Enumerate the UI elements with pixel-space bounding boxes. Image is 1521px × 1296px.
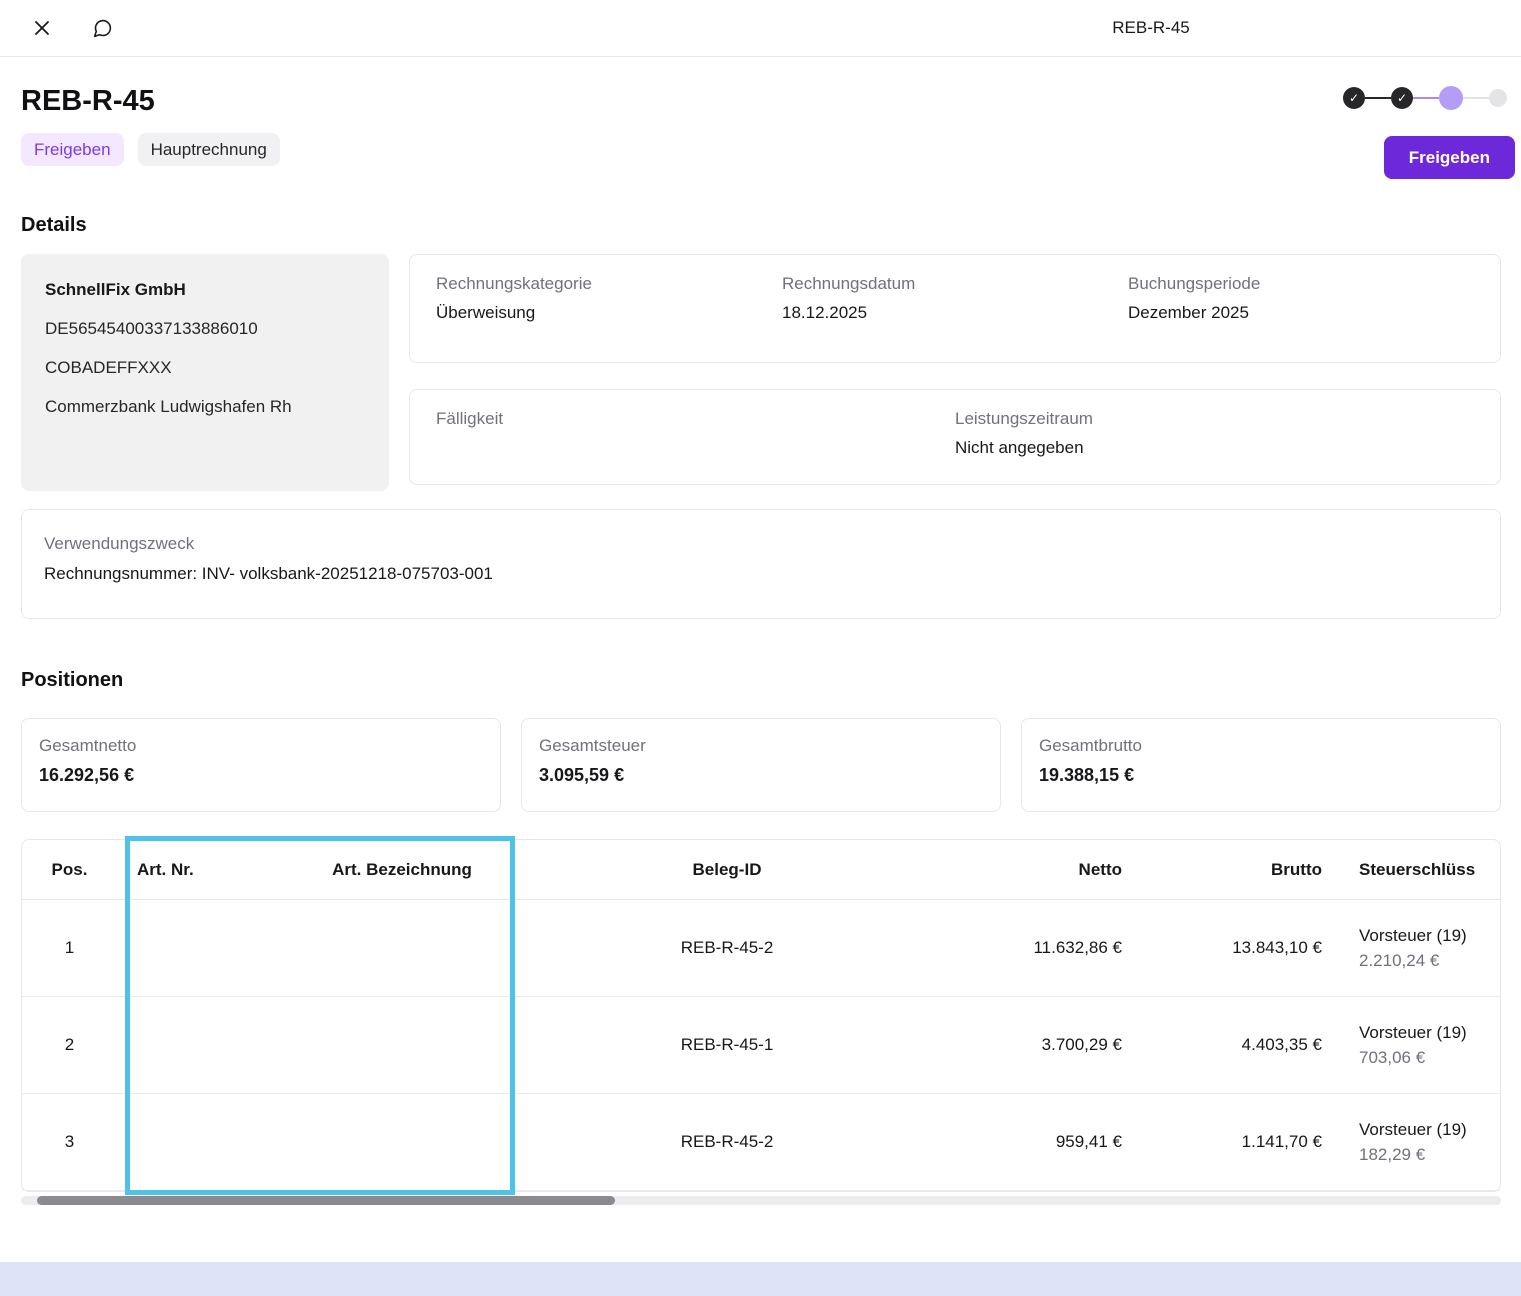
status-badge: Freigeben: [21, 133, 124, 166]
field-buchungsperiode: Buchungsperiode Dezember 2025: [1128, 274, 1474, 343]
details-heading: Details: [21, 214, 1501, 237]
cell-steuerschluessel: Vorsteuer (19) 182,29 €: [1327, 1121, 1500, 1163]
field-value: Dezember 2025: [1128, 303, 1474, 323]
page-header: REB-R-45 Freigeben Hauptrechnung ✓ ✓ Fre…: [21, 57, 1501, 166]
close-icon-glyph: [32, 18, 52, 38]
badge-row: Freigeben Hauptrechnung: [21, 133, 1501, 166]
header-beleg-id: Beleg-ID: [527, 860, 927, 880]
field-value: 18.12.2025: [782, 303, 1128, 323]
type-badge: Hauptrechnung: [138, 133, 280, 166]
due-date-card: Fälligkeit Leistungszeitraum Nicht angeg…: [409, 389, 1501, 485]
table-row: 2 REB-R-45-1 3.700,29 € 4.403,35 € Vorst…: [22, 997, 1500, 1094]
scrollbar-thumb[interactable]: [37, 1196, 615, 1205]
header-pos: Pos.: [22, 860, 117, 880]
vendor-card: SchnellFix GmbH DE56545400337133886010 C…: [21, 254, 389, 491]
topbar-title: REB-R-45: [1112, 18, 1189, 38]
field-label: Rechnungsdatum: [782, 274, 1128, 294]
totals-row: Gesamtnetto 16.292,56 € Gesamtsteuer 3.0…: [21, 718, 1501, 812]
steuer-name: Vorsteuer (19): [1359, 927, 1500, 944]
vendor-bic: COBADEFFXXX: [45, 358, 365, 378]
progress-stepper: ✓ ✓: [1343, 85, 1507, 111]
field-label: Rechnungskategorie: [436, 274, 782, 294]
cell-pos: 1: [22, 938, 117, 958]
comment-icon-glyph: [92, 18, 113, 39]
positions-heading: Positionen: [21, 669, 1501, 692]
cell-brutto: 13.843,10 €: [1127, 938, 1327, 958]
table-row: 3 REB-R-45-2 959,41 € 1.141,70 € Vorsteu…: [22, 1094, 1500, 1191]
cell-brutto: 4.403,35 €: [1127, 1035, 1327, 1055]
total-value: 16.292,56 €: [39, 765, 483, 786]
topbar: REB-R-45: [0, 0, 1521, 57]
total-card-steuer: Gesamtsteuer 3.095,59 €: [521, 718, 1001, 812]
field-rechnungsdatum: Rechnungsdatum 18.12.2025: [782, 274, 1128, 343]
cell-netto: 959,41 €: [927, 1132, 1127, 1152]
cell-pos: 3: [22, 1132, 117, 1152]
header-steuerschluessel: Steuerschlüss: [1327, 861, 1500, 878]
details-right-column: Rechnungskategorie Überweisung Rechnungs…: [409, 254, 1501, 491]
steuer-amount: 703,06 €: [1359, 1049, 1500, 1066]
step-3-current: [1439, 86, 1463, 110]
close-icon[interactable]: [24, 10, 60, 46]
header-art-bezeichnung: Art. Bezeichnung: [277, 860, 527, 880]
vendor-name: SchnellFix GmbH: [45, 280, 365, 300]
total-card-netto: Gesamtnetto 16.292,56 €: [21, 718, 501, 812]
header-brutto: Brutto: [1127, 860, 1327, 880]
total-label: Gesamtnetto: [39, 736, 483, 756]
vendor-iban: DE56545400337133886010: [45, 319, 365, 339]
cell-beleg-id: REB-R-45-1: [527, 1035, 927, 1055]
vendor-bank: Commerzbank Ludwigshafen Rh: [45, 397, 365, 417]
steuer-name: Vorsteuer (19): [1359, 1121, 1500, 1138]
step-1-check-icon: ✓: [1343, 87, 1365, 109]
total-card-brutto: Gesamtbrutto 19.388,15 €: [1021, 718, 1501, 812]
table-header-row: Pos. Art. Nr. Art. Bezeichnung Beleg-ID …: [22, 840, 1500, 900]
cell-steuerschluessel: Vorsteuer (19) 703,06 €: [1327, 1024, 1500, 1066]
total-value: 3.095,59 €: [539, 765, 983, 786]
stepper-connector-3: [1463, 97, 1489, 99]
step-4-upcoming: [1489, 89, 1507, 107]
header-right: ✓ ✓ Freigeben: [1343, 85, 1515, 179]
field-value: Rechnungsnummer: INV- volksbank-20251218…: [44, 564, 1478, 584]
page-title: REB-R-45: [21, 85, 1501, 118]
field-label: Buchungsperiode: [1128, 274, 1474, 294]
field-label: Leistungszeitraum: [955, 409, 1474, 429]
header-netto: Netto: [927, 860, 1127, 880]
invoice-meta-card: Rechnungskategorie Überweisung Rechnungs…: [409, 254, 1501, 363]
cell-brutto: 1.141,70 €: [1127, 1132, 1327, 1152]
field-rechnungskategorie: Rechnungskategorie Überweisung: [436, 274, 782, 343]
total-label: Gesamtbrutto: [1039, 736, 1483, 756]
field-faelligkeit: Fälligkeit: [436, 409, 955, 465]
cell-pos: 2: [22, 1035, 117, 1055]
stepper-connector-2: [1413, 97, 1439, 99]
cell-netto: 3.700,29 €: [927, 1035, 1127, 1055]
steuer-name: Vorsteuer (19): [1359, 1024, 1500, 1041]
cell-netto: 11.632,86 €: [927, 938, 1127, 958]
stepper-connector-1: [1365, 97, 1391, 99]
freigeben-button[interactable]: Freigeben: [1384, 136, 1515, 179]
header-art-nr: Art. Nr.: [117, 860, 277, 880]
field-leistungszeitraum: Leistungszeitraum Nicht angegeben: [955, 409, 1474, 465]
cell-beleg-id: REB-R-45-2: [527, 1132, 927, 1152]
horizontal-scrollbar[interactable]: [21, 1196, 1501, 1205]
verwendungszweck-card: Verwendungszweck Rechnungsnummer: INV- v…: [21, 509, 1501, 619]
bottom-strip: [0, 1262, 1521, 1296]
cell-steuerschluessel: Vorsteuer (19) 2.210,24 €: [1327, 927, 1500, 969]
positions-table: Pos. Art. Nr. Art. Bezeichnung Beleg-ID …: [21, 839, 1501, 1192]
step-2-check-icon: ✓: [1391, 87, 1413, 109]
total-label: Gesamtsteuer: [539, 736, 983, 756]
cell-beleg-id: REB-R-45-2: [527, 938, 927, 958]
steuer-amount: 2.210,24 €: [1359, 952, 1500, 969]
table-row: 1 REB-R-45-2 11.632,86 € 13.843,10 € Vor…: [22, 900, 1500, 997]
field-value: Nicht angegeben: [955, 438, 1474, 458]
field-value: Überweisung: [436, 303, 782, 323]
details-grid: SchnellFix GmbH DE56545400337133886010 C…: [21, 254, 1501, 491]
field-label: Verwendungszweck: [44, 534, 1478, 554]
steuer-amount: 182,29 €: [1359, 1146, 1500, 1163]
total-value: 19.388,15 €: [1039, 765, 1483, 786]
comment-icon[interactable]: [84, 10, 120, 46]
field-label: Fälligkeit: [436, 409, 955, 429]
